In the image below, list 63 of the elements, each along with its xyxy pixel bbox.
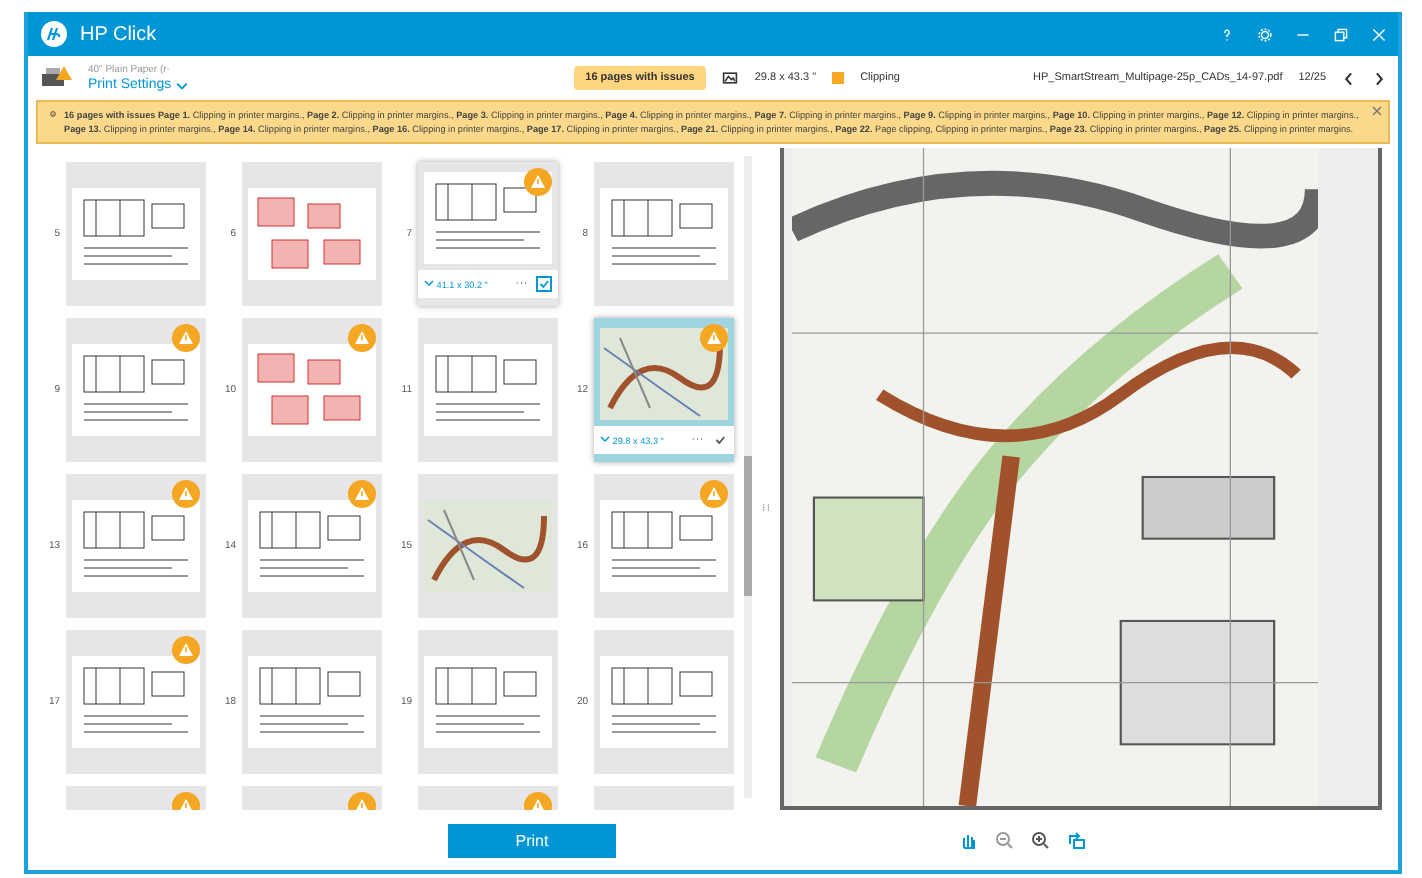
previous-icon[interactable]	[1342, 71, 1356, 85]
drag-handle-icon[interactable]	[760, 501, 772, 513]
help-icon[interactable]	[1220, 27, 1234, 41]
page-thumbnail-card[interactable]	[242, 474, 382, 618]
more-icon[interactable]	[690, 432, 704, 446]
drawing-thumbnail	[248, 656, 376, 748]
close-button[interactable]	[1372, 106, 1382, 120]
page-thumbnail-card[interactable]	[418, 474, 558, 618]
drawing-thumbnail	[424, 656, 552, 748]
warning-icon	[172, 324, 200, 352]
warning-icon	[348, 480, 376, 508]
drawing-thumbnail	[72, 500, 200, 592]
warning-icon	[348, 324, 376, 352]
chevron-down-icon	[424, 277, 434, 287]
floor-plan-thumbnail	[248, 188, 376, 280]
page-thumbnail-card[interactable]	[242, 630, 382, 774]
more-icon[interactable]	[514, 276, 528, 290]
check-toggle[interactable]	[536, 275, 552, 291]
page-thumbnail-card[interactable]	[66, 162, 206, 306]
image-size-icon	[722, 70, 739, 86]
status-square-icon	[832, 72, 845, 84]
warning-icon	[172, 636, 200, 664]
drawing-thumbnail	[72, 656, 200, 748]
hp-logo-icon	[40, 20, 68, 48]
page-thumbnail-card[interactable]	[242, 318, 382, 462]
warning-icon	[524, 168, 552, 196]
page-thumbnail-card[interactable]	[66, 318, 206, 462]
restore-icon[interactable]	[1334, 27, 1348, 41]
print-button[interactable]: Print	[448, 823, 616, 857]
drawing-thumbnail	[424, 171, 552, 263]
printer-warning-icon	[40, 64, 72, 92]
page-thumbnail-card[interactable]	[418, 318, 558, 462]
map-thumbnail	[600, 327, 728, 419]
window-title: HP Click	[80, 23, 157, 45]
page-thumbnail-card[interactable]	[418, 630, 558, 774]
chevron-down-icon	[175, 79, 188, 91]
zoom-in-icon[interactable]	[1029, 830, 1049, 850]
drawing-thumbnail	[600, 500, 728, 592]
warning-icon	[172, 480, 200, 508]
page-thumbnail-card[interactable]	[66, 474, 206, 618]
warning-icon	[700, 480, 728, 508]
drawing-thumbnail	[600, 188, 728, 280]
warning-icon	[700, 324, 728, 352]
map-thumbnail	[424, 500, 552, 592]
drawing-thumbnail	[72, 188, 200, 280]
chevron-down-icon	[600, 433, 610, 443]
page-thumbnail-card[interactable]	[594, 630, 734, 774]
page-thumbnail-card[interactable]	[242, 162, 382, 306]
drawing-thumbnail	[424, 344, 552, 436]
settings-icon[interactable]	[1258, 27, 1272, 41]
info-icon	[50, 108, 56, 120]
rotate-icon[interactable]	[1065, 830, 1085, 850]
drawing-thumbnail	[248, 500, 376, 592]
page-thumbnail-card[interactable]	[66, 630, 206, 774]
drawing-thumbnail	[600, 656, 728, 748]
close-icon[interactable]	[1372, 27, 1386, 41]
zoom-out-icon[interactable]	[993, 830, 1013, 850]
next-icon[interactable]	[1372, 71, 1386, 85]
check-toggle[interactable]	[712, 431, 728, 447]
drawing-thumbnail	[72, 344, 200, 436]
floor-plan-thumbnail	[248, 344, 376, 436]
page-thumbnail-card[interactable]	[594, 474, 734, 618]
page-thumbnail-card[interactable]	[594, 162, 734, 306]
